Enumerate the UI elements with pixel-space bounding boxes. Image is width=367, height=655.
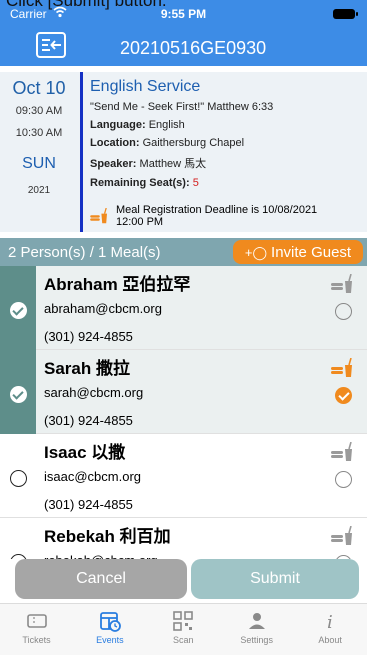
info-icon: i: [327, 612, 333, 632]
invite-guest-label: Invite Guest: [271, 243, 352, 261]
persons-count: 2 Person(s) / 1 Meal(s): [8, 244, 161, 261]
attendee-checkbox[interactable]: [10, 470, 27, 487]
meal-radio[interactable]: [335, 387, 352, 404]
calendar-icon: [99, 612, 121, 632]
attendee-name: Sarah 撒拉: [44, 359, 130, 378]
event-year: 2021: [27, 185, 51, 196]
location-label: Location:: [90, 137, 140, 149]
qr-code-icon: [173, 611, 194, 631]
tab-events[interactable]: Events: [73, 604, 146, 655]
language-row: Language: English: [90, 119, 360, 131]
attendee-email: sarah@cbcm.org: [44, 385, 144, 400]
select-column[interactable]: [0, 434, 36, 518]
svg-text:i: i: [327, 612, 333, 632]
cancel-button[interactable]: Cancel: [15, 559, 187, 599]
persons-summary-bar: 2 Person(s) / 1 Meal(s) +◯ Invite Guest: [0, 238, 367, 266]
event-info: English Service "Send Me - Seek First!" …: [90, 78, 360, 195]
instruction-caption: Click [Submit] button.: [6, 0, 167, 10]
speaker-value: Matthew 馬太: [139, 158, 207, 170]
attendee-row[interactable]: Abraham 亞伯拉罕 abraham@cbcm.org (301) 924-48…: [0, 266, 367, 350]
event-code-title: 20210516GE0930: [120, 38, 267, 58]
attendee-row[interactable]: Sarah 撒拉 sarah@cbcm.org (301) 924-4855: [0, 350, 367, 434]
tab-label: Scan: [173, 635, 194, 645]
meal-icon: [331, 274, 352, 293]
meal-icon: [331, 358, 352, 377]
seats-label: Remaining Seat(s):: [90, 177, 190, 189]
tab-tickets[interactable]: Tickets: [0, 604, 73, 655]
tab-bar: Tickets Events Scan Settings i About: [0, 603, 367, 655]
add-person-icon: +◯: [244, 244, 268, 260]
attendee-list[interactable]: Abraham 亞伯拉罕 abraham@cbcm.org (301) 924-48…: [0, 266, 367, 559]
exit-event-icon[interactable]: [36, 32, 66, 58]
language-value: English: [148, 119, 185, 131]
event-summary: Oct 10 09:30 AM 10:30 AM SUN 2021 Englis…: [0, 72, 367, 232]
meal-radio[interactable]: [335, 303, 352, 320]
event-month-day: Oct 10: [12, 78, 66, 98]
attendee-phone: (301) 924-4855: [44, 497, 133, 512]
header-row: 20210516GE0930: [0, 30, 367, 66]
attendee-phone: (301) 924-4855: [44, 329, 133, 344]
select-column[interactable]: [0, 518, 36, 559]
tab-settings[interactable]: Settings: [220, 604, 293, 655]
event-date-column: Oct 10 09:30 AM 10:30 AM SUN 2021: [0, 72, 78, 232]
attendee-name: Rebekah 利百加: [44, 527, 171, 546]
meal-radio[interactable]: [335, 471, 352, 488]
attendee-checkbox[interactable]: [10, 302, 27, 319]
select-column[interactable]: [0, 350, 36, 434]
invite-guest-button[interactable]: +◯ Invite Guest: [233, 240, 363, 264]
attendee-email: isaac@cbcm.org: [44, 469, 142, 484]
tab-label: About: [318, 635, 342, 645]
location-value: Gaithersburg Chapel: [142, 137, 245, 149]
tab-label: Events: [96, 635, 124, 645]
event-weekday: SUN: [22, 155, 56, 172]
event-divider: [80, 72, 83, 232]
event-start-time: 09:30 AM: [15, 105, 63, 117]
attendee-checkbox[interactable]: [10, 386, 27, 403]
tab-label: Settings: [240, 635, 273, 645]
select-column[interactable]: [0, 266, 36, 350]
action-bar: Cancel Submit: [0, 559, 367, 601]
attendee-name: Isaac 以撒: [44, 443, 126, 462]
sermon-title: "Send Me - Seek First!" Matthew 6:33: [90, 101, 274, 113]
language-label: Language:: [90, 119, 146, 131]
location-row: Location: Gaithersburg Chapel: [90, 137, 360, 149]
meal-icon: [90, 208, 107, 224]
deadline-text-line1: Meal Registration Deadline is 10/08/2021: [116, 204, 318, 216]
attendee-row[interactable]: Isaac 以撒 isaac@cbcm.org (301) 924-4855: [0, 434, 367, 518]
submit-button[interactable]: Submit: [191, 559, 359, 599]
person-icon: [248, 613, 265, 629]
speaker-label: Speaker:: [90, 158, 137, 170]
seats-value: 5: [192, 177, 199, 189]
deadline-text-line2: 12:00 PM: [116, 216, 164, 228]
attendee-email: abraham@cbcm.org: [44, 301, 162, 316]
event-end-time: 10:30 AM: [15, 127, 63, 139]
ticket-icon: [26, 614, 47, 628]
attendee-name: Abraham 亞伯拉罕: [44, 275, 191, 294]
battery-icon: [333, 9, 358, 19]
tab-label: Tickets: [22, 635, 51, 645]
meal-icon: [331, 526, 352, 545]
attendee-phone: (301) 924-4855: [44, 413, 133, 428]
speaker-row: Speaker: Matthew 馬太: [90, 155, 360, 171]
seats-row: Remaining Seat(s): 5: [90, 177, 360, 189]
tab-scan[interactable]: Scan: [147, 604, 220, 655]
tab-about[interactable]: i About: [294, 604, 367, 655]
service-name: English Service: [90, 78, 201, 95]
meal-icon: [331, 442, 352, 461]
attendee-row[interactable]: Rebekah 利百加rebekah@cbcm.org(301) 924-485…: [0, 518, 367, 559]
